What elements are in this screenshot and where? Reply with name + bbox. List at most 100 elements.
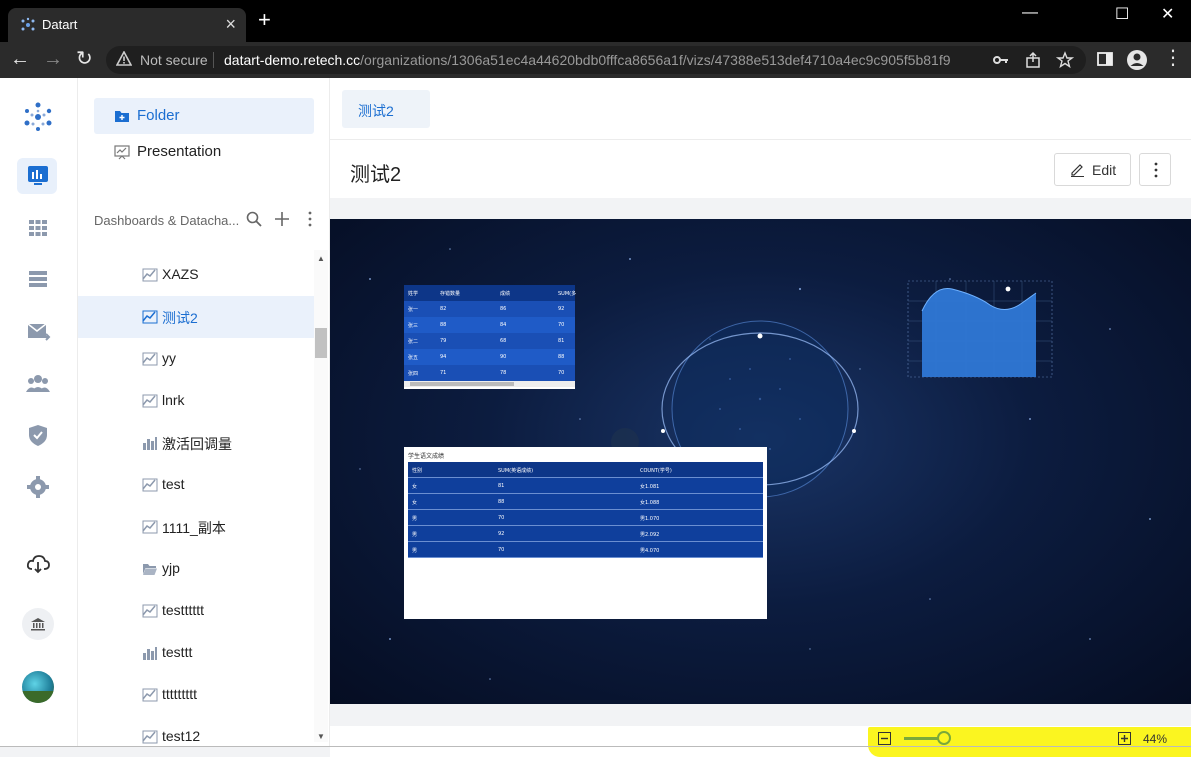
datart-logo-icon[interactable] (21, 100, 55, 134)
zoom-out-button[interactable] (878, 732, 891, 745)
mode-folder-label: Folder (137, 107, 180, 124)
minus-icon (881, 737, 888, 740)
grid-icon[interactable] (25, 215, 51, 241)
tree-item[interactable]: yy (78, 338, 314, 380)
browser-tab[interactable]: Datart × (8, 8, 246, 42)
tree-header-label: Dashboards & Datacha... (94, 213, 240, 228)
share-icon[interactable] (1024, 51, 1042, 69)
more-actions-button[interactable] (1139, 153, 1171, 186)
tree-item[interactable]: 激活回调量 (78, 422, 314, 464)
permission-icon[interactable] (25, 422, 51, 448)
url-text: datart-demo.retech.cc/organizations/1306… (224, 52, 951, 68)
table-horizontal-scrollbar[interactable] (404, 381, 575, 387)
line-chart-icon (142, 520, 158, 534)
new-tab-icon[interactable]: + (258, 9, 271, 31)
tree-item[interactable]: 测试2 (78, 296, 314, 338)
table-widget-2[interactable]: 学生语文成绩 性别 SUM(英语成绩) COUNT(学号) 女 81 女1.081 女 88 女… (404, 447, 767, 619)
mode-folder[interactable]: Folder (94, 98, 314, 134)
viz-icon[interactable] (25, 163, 51, 189)
bookmark-star-icon[interactable] (1056, 51, 1074, 69)
tree-item[interactable]: lnrk (78, 380, 314, 422)
tree-item[interactable]: XAZS (78, 254, 314, 296)
table-cell: 94 (440, 354, 447, 360)
mode-presentation[interactable]: Presentation (94, 134, 314, 170)
area-chart-widget[interactable] (890, 271, 1056, 381)
scroll-down-icon[interactable]: ▼ (317, 732, 325, 741)
organization-button[interactable] (22, 608, 54, 640)
schedule-icon[interactable] (25, 318, 51, 344)
edit-icon (1071, 164, 1084, 177)
table-cell: 男1.070 (640, 516, 660, 522)
maximize-icon[interactable]: ☐ (1115, 4, 1129, 24)
scrollbar-thumb[interactable] (315, 328, 327, 358)
security-label: Not secure (140, 52, 208, 68)
folder-add-icon (115, 111, 129, 122)
url-bar[interactable]: Not secure datart-demo.retech.cc/organiz… (106, 46, 1086, 74)
avatar[interactable] (22, 671, 54, 703)
tree-item[interactable]: ttttttttt (78, 674, 314, 716)
window-bottom-border (0, 746, 1191, 747)
datart-favicon-icon (21, 17, 35, 31)
tree-item[interactable]: 1111_副本 (78, 506, 314, 548)
tree-item[interactable]: testttttt (78, 590, 314, 632)
table-cell: 70 (498, 515, 505, 521)
table-row: 张三 88 84 70 (404, 317, 575, 333)
search-icon[interactable] (245, 210, 263, 228)
table-row: 张五 94 90 88 (404, 349, 575, 365)
table-widget-1[interactable]: 姓学 存错数量 成绩 SUM(多 张一 82 86 92 张三 88 84 70 张二 79 68 81 张五 9… (404, 285, 576, 389)
table-cell: 78 (500, 370, 507, 376)
scrollbar-thumb[interactable] (410, 382, 514, 386)
list-icon[interactable] (25, 266, 51, 292)
more-icon[interactable] (301, 210, 319, 228)
tree-item-label: 激活回调量 (162, 436, 232, 452)
settings-icon[interactable] (25, 474, 51, 500)
browser-tab-bar: Datart × + — ☐ ✕ (0, 0, 1191, 42)
download-icon[interactable] (25, 551, 51, 577)
side-panel-icon[interactable] (1096, 50, 1114, 68)
line-chart-icon (142, 394, 158, 408)
close-tab-icon[interactable]: × (225, 14, 236, 35)
tree-header: Dashboards & Datacha... (94, 210, 314, 230)
edit-label: Edit (1092, 162, 1117, 178)
table-cell: 84 (500, 322, 507, 328)
zoom-in-button[interactable] (1118, 732, 1131, 745)
table-header-cell: 性别 (412, 468, 423, 474)
table-cell: 张四 (408, 371, 419, 377)
forward-icon[interactable]: → (43, 49, 63, 69)
viz-tab[interactable]: 测试2 (342, 90, 430, 128)
add-icon[interactable] (273, 210, 291, 228)
tree-item[interactable]: yjp (78, 548, 314, 590)
back-icon[interactable]: ← (10, 49, 30, 69)
line-chart-icon (142, 478, 158, 492)
table-cell: 68 (500, 338, 507, 344)
close-window-icon[interactable]: ✕ (1161, 4, 1174, 24)
table-cell: 86 (500, 306, 507, 312)
tree-item[interactable]: testtt (78, 632, 314, 674)
members-icon[interactable] (25, 370, 51, 396)
tab-title: Datart (42, 17, 78, 32)
tree-scrollbar[interactable]: ▲ ▼ (314, 250, 328, 742)
line-chart-icon (142, 310, 158, 324)
table-cell: 女 (412, 484, 418, 490)
page-title: 测试2 (350, 164, 402, 186)
table-row: 张一 82 86 92 (404, 301, 575, 317)
scroll-up-icon[interactable]: ▲ (317, 254, 325, 263)
key-icon[interactable] (992, 51, 1010, 69)
organization-icon (31, 618, 45, 631)
table-cell: 张一 (408, 307, 419, 313)
zoom-slider-handle[interactable] (937, 731, 951, 745)
tree-item-label: lnrk (162, 392, 185, 408)
tree-item[interactable]: test12 (78, 716, 314, 747)
tree-item-label: test (162, 476, 185, 492)
reload-icon[interactable]: ↻ (76, 49, 93, 69)
tree-item[interactable]: test (78, 464, 314, 506)
profile-icon[interactable] (1126, 49, 1148, 71)
minimize-icon[interactable]: — (1022, 4, 1038, 22)
browser-menu-icon[interactable]: ⋮ (1163, 48, 1183, 68)
viz-tab-label: 测试2 (358, 103, 394, 119)
main-navigation-rail (0, 78, 78, 747)
table-cell: 71 (440, 370, 447, 376)
line-chart-icon (142, 730, 158, 744)
edit-button[interactable]: Edit (1054, 153, 1131, 186)
table-cell: 男 (412, 532, 418, 538)
